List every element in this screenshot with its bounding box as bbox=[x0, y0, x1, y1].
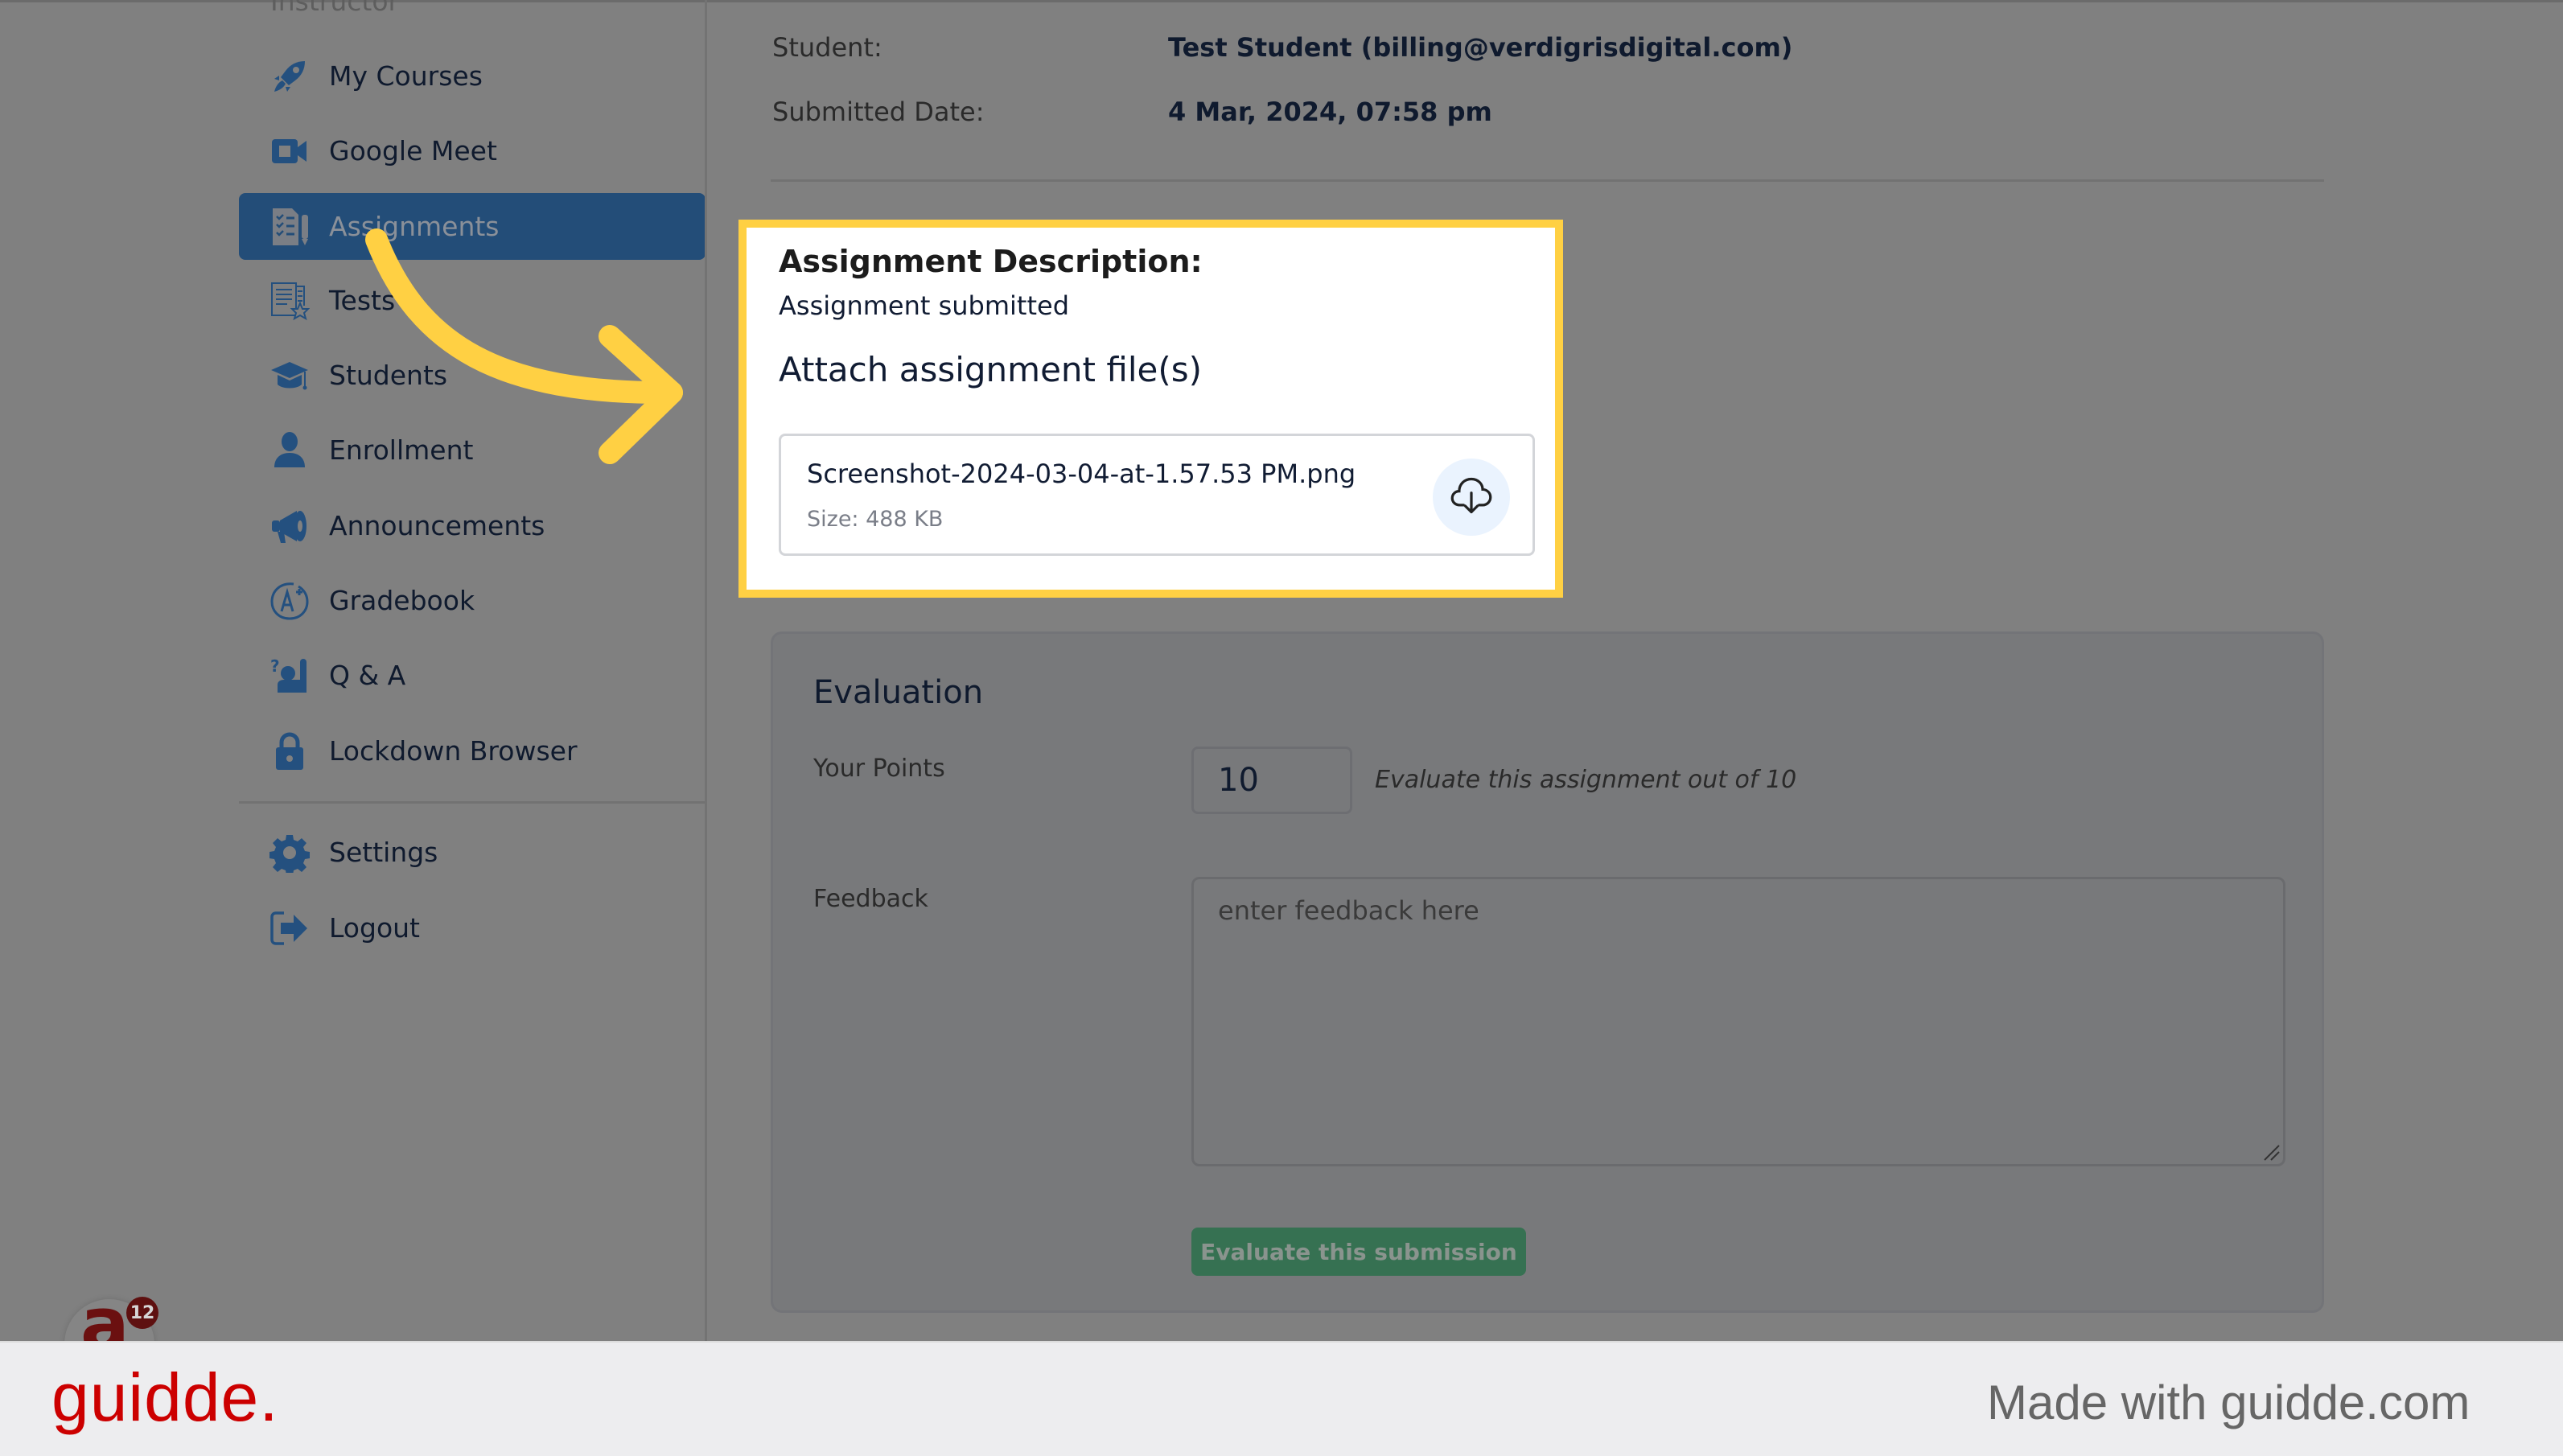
student-value: Test Student (billing@verdigrisdigital.c… bbox=[1168, 32, 1793, 63]
sidebar-item-label: Lockdown Browser bbox=[329, 735, 578, 767]
file-card: Screenshot-2024-03-04-at-1.57.53 PM.png … bbox=[779, 434, 1535, 556]
file-size: Size: 488 KB bbox=[807, 507, 944, 532]
sidebar-item-assignments[interactable]: Assignments bbox=[239, 193, 706, 260]
sidebar-item-label: Logout bbox=[329, 912, 420, 944]
gear-icon bbox=[268, 831, 311, 874]
sidebar-item-settings[interactable]: Settings bbox=[239, 819, 706, 886]
test-document-star-icon bbox=[268, 279, 311, 323]
rocket-icon bbox=[268, 55, 311, 98]
section-divider bbox=[771, 179, 2324, 182]
sidebar-item-label: Settings bbox=[329, 837, 438, 868]
sidebar-item-label: Announcements bbox=[329, 510, 545, 541]
sidebar-item-label: Q & A bbox=[329, 660, 406, 691]
sidebar-item-my-courses[interactable]: My Courses bbox=[239, 43, 706, 109]
grade-a-plus-icon bbox=[268, 579, 311, 623]
evaluate-submission-button[interactable]: Evaluate this submission bbox=[1191, 1228, 1526, 1276]
sidebar-section-label: Instructor bbox=[270, 0, 400, 17]
sidebar-item-tests[interactable]: Tests bbox=[239, 267, 706, 334]
submitted-date-value: 4 Mar, 2024, 07:58 pm bbox=[1168, 97, 1492, 127]
sidebar-item-students[interactable]: Students bbox=[239, 342, 706, 409]
feedback-label: Feedback bbox=[813, 885, 928, 913]
sidebar-divider bbox=[239, 801, 706, 804]
sidebar-item-label: Tests bbox=[329, 285, 396, 316]
download-button[interactable] bbox=[1433, 459, 1510, 536]
feedback-textarea[interactable] bbox=[1191, 877, 2285, 1166]
cloud-download-icon bbox=[1450, 474, 1493, 520]
svg-text:?: ? bbox=[270, 656, 280, 676]
assignment-description-title: Assignment Description: bbox=[779, 244, 1203, 279]
guidde-logo: guidde. bbox=[51, 1359, 279, 1435]
made-with-link[interactable]: Made with guidde.com bbox=[1987, 1375, 2470, 1430]
megaphone-icon bbox=[268, 504, 311, 548]
student-label: Student: bbox=[772, 32, 882, 63]
sidebar-item-lockdown-browser[interactable]: Lockdown Browser bbox=[239, 718, 706, 784]
file-name[interactable]: Screenshot-2024-03-04-at-1.57.53 PM.png bbox=[807, 459, 1356, 489]
user-icon bbox=[268, 429, 311, 472]
evaluation-title: Evaluation bbox=[813, 674, 984, 711]
submitted-date-label: Submitted Date: bbox=[772, 97, 985, 127]
sidebar-item-gradebook[interactable]: Gradebook bbox=[239, 567, 706, 634]
notification-badge: 12 bbox=[126, 1297, 158, 1329]
sidebar-item-announcements[interactable]: Announcements bbox=[239, 492, 706, 559]
question-raise-hand-icon: ? bbox=[268, 654, 311, 697]
points-input[interactable] bbox=[1191, 747, 1352, 814]
assignment-description-text: Assignment submitted bbox=[779, 290, 1069, 321]
resize-grip-icon[interactable] bbox=[2263, 1144, 2281, 1162]
points-label: Your Points bbox=[813, 755, 945, 783]
sidebar-item-label: Gradebook bbox=[329, 585, 475, 616]
sidebar-item-label: Enrollment bbox=[329, 434, 474, 466]
sidebar-item-q-and-a[interactable]: ? Q & A bbox=[239, 642, 706, 709]
sidebar-item-label: Students bbox=[329, 360, 448, 391]
logout-icon bbox=[268, 907, 311, 950]
sidebar-border bbox=[705, 0, 707, 1341]
assignment-details-highlight: Assignment Description: Assignment submi… bbox=[738, 220, 1563, 598]
sidebar-item-label: My Courses bbox=[329, 60, 483, 92]
attach-files-title: Attach assignment file(s) bbox=[779, 350, 1202, 389]
sidebar-item-label: Google Meet bbox=[329, 135, 497, 167]
guidde-footer: guidde. Made with guidde.com bbox=[0, 1341, 2563, 1456]
sidebar-item-google-meet[interactable]: Google Meet bbox=[239, 117, 706, 184]
video-camera-icon bbox=[268, 130, 311, 173]
lock-icon bbox=[268, 730, 311, 773]
sidebar-item-label: Assignments bbox=[329, 211, 500, 242]
sidebar-item-enrollment[interactable]: Enrollment bbox=[239, 417, 706, 483]
points-hint: Evaluate this assignment out of 10 bbox=[1375, 766, 1797, 794]
sidebar-item-logout[interactable]: Logout bbox=[239, 895, 706, 961]
evaluation-panel: Evaluation Your Points Evaluate this ass… bbox=[771, 631, 2324, 1313]
assignment-checklist-icon bbox=[268, 205, 311, 249]
graduation-cap-icon bbox=[268, 354, 311, 397]
